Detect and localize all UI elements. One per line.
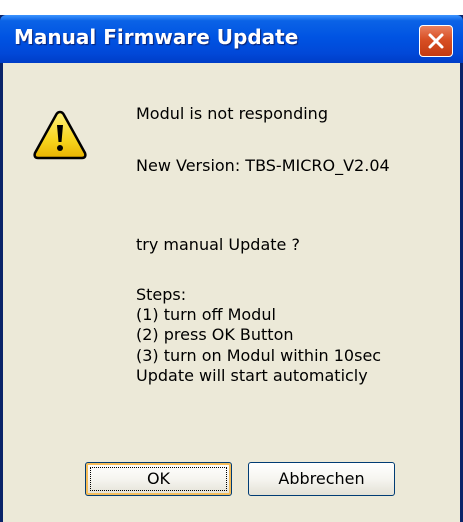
- warning-icon: [33, 110, 87, 160]
- dialog-title: Manual Firmware Update: [14, 25, 299, 49]
- cancel-button[interactable]: Abbrechen: [248, 462, 395, 496]
- close-button[interactable]: [419, 25, 453, 57]
- message-step-2: (2) press OK Button: [136, 325, 294, 344]
- dialog-window: Manual Firmware Update Modul is not resp…: [0, 15, 463, 522]
- ok-button[interactable]: OK: [85, 462, 232, 496]
- cancel-button-label: Abbrechen: [278, 469, 365, 488]
- focus-rectangle: [90, 467, 227, 491]
- message-auto-start: Update will start automaticly: [136, 366, 368, 385]
- title-bar[interactable]: Manual Firmware Update: [0, 15, 463, 63]
- close-icon: [428, 33, 444, 49]
- dialog-body: Modul is not responding New Version: TBS…: [3, 63, 460, 522]
- message-not-responding: Modul is not responding: [136, 104, 328, 123]
- message-step-3: (3) turn on Modul within 10sec: [136, 346, 382, 365]
- message-step-1: (1) turn off Modul: [136, 305, 276, 324]
- message-steps-heading: Steps:: [136, 285, 187, 304]
- message-try-manual: try manual Update ?: [136, 235, 300, 254]
- message-new-version: New Version: TBS-MICRO_V2.04: [136, 156, 390, 175]
